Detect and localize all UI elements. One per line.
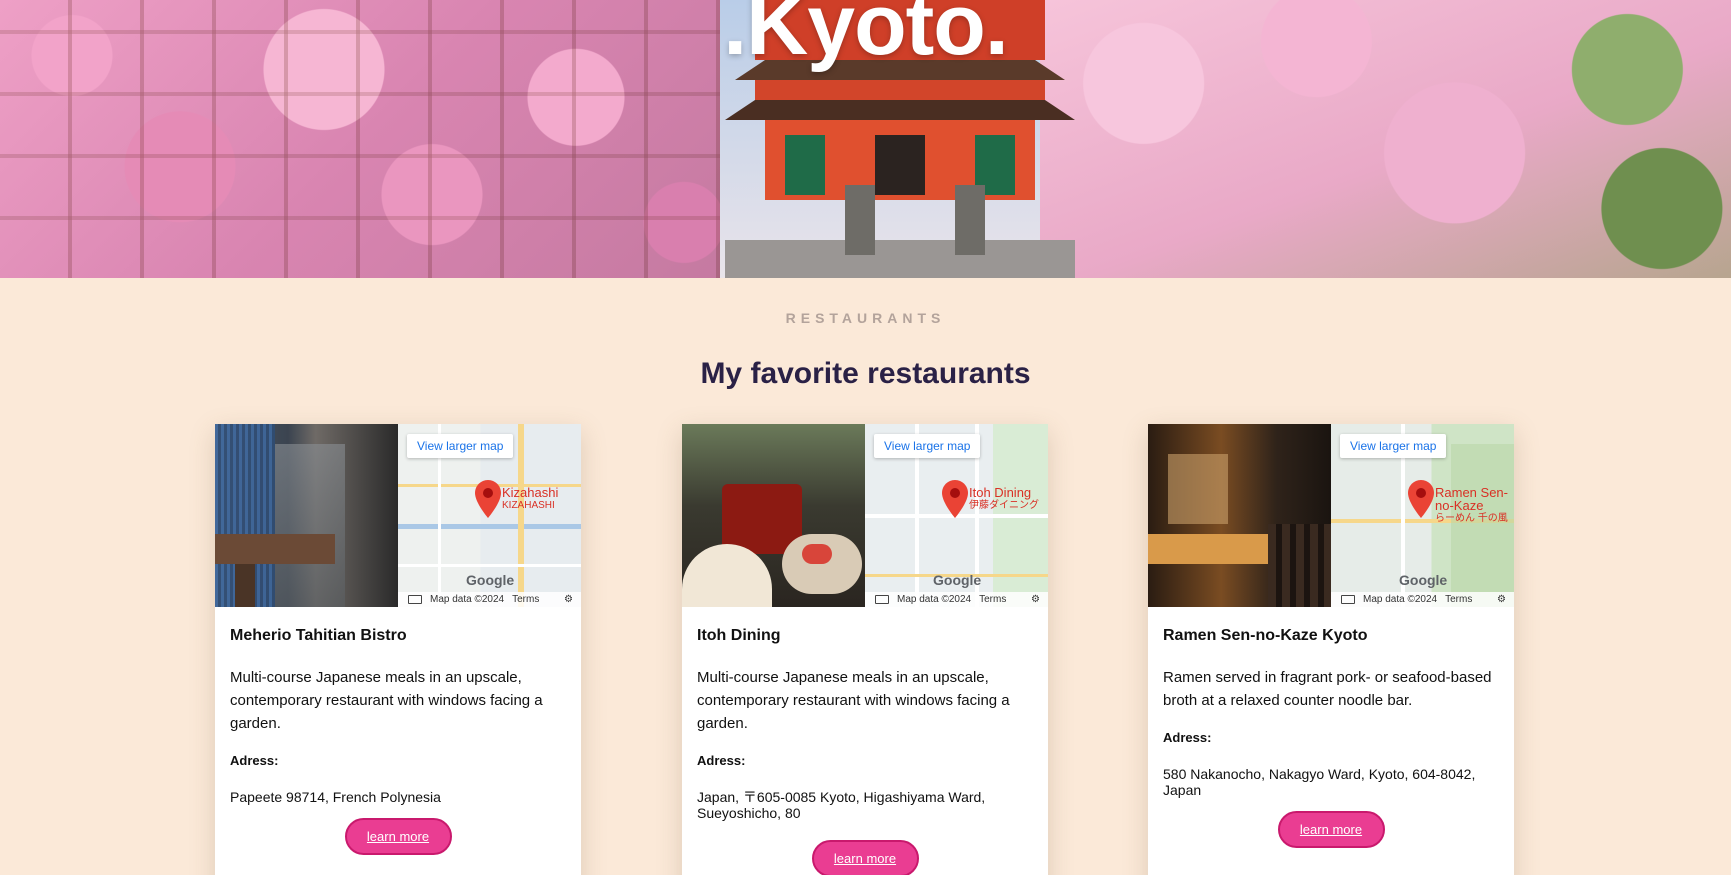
learn-more-button[interactable]: learn more — [811, 840, 919, 875]
card-body: Ramen Sen-no-Kaze Kyoto Ramen served in … — [1148, 627, 1514, 848]
embedded-map[interactable]: View larger map Kizahashi KIZAHASHI Goog… — [398, 424, 581, 607]
address-label: Adress: — [230, 753, 279, 768]
address-label: Adress: — [1163, 730, 1212, 745]
restaurant-photo — [215, 424, 398, 607]
map-pin-name: Itoh Dining — [969, 485, 1032, 500]
gear-icon[interactable]: ⚙ — [564, 594, 573, 605]
google-logo: Google — [933, 572, 982, 588]
restaurant-photo — [1148, 424, 1331, 607]
embedded-map[interactable]: View larger map Ramen Sen-no-Kaze らーめん 千… — [1331, 424, 1514, 607]
map-pin-label: Itoh Dining 伊藤ダイニング — [969, 486, 1039, 512]
map-pin-label: Ramen Sen-no-Kaze らーめん 千の風 — [1435, 486, 1513, 525]
gear-icon[interactable]: ⚙ — [1031, 594, 1040, 605]
map-pin-label: Kizahashi KIZAHASHI — [502, 486, 558, 512]
restaurant-description: Ramen served in fragrant pork- or seafoo… — [1163, 669, 1492, 709]
card-media: View larger map Itoh Dining 伊藤ダイニング Goog… — [682, 424, 1048, 607]
learn-more-button[interactable]: learn more — [1277, 811, 1385, 848]
embedded-map[interactable]: View larger map Itoh Dining 伊藤ダイニング Goog… — [865, 424, 1048, 607]
section-eyebrow: RESTAURANTS — [785, 310, 946, 326]
learn-more-button[interactable]: learn more — [344, 818, 452, 855]
view-larger-map-link[interactable]: View larger map — [1340, 434, 1447, 458]
card-body: Itoh Dining Multi-course Japanese meals … — [682, 627, 1048, 875]
view-larger-map-link[interactable]: View larger map — [407, 434, 514, 458]
map-pin-icon — [475, 480, 501, 518]
gear-icon[interactable]: ⚙ — [1497, 594, 1506, 605]
keyboard-icon[interactable] — [408, 595, 422, 604]
map-pin-subname: らーめん 千の風 — [1435, 513, 1508, 524]
restaurant-card: View larger map Kizahashi KIZAHASHI Goog… — [215, 424, 581, 875]
restaurant-photo — [682, 424, 865, 607]
restaurant-card: View larger map Itoh Dining 伊藤ダイニング Goog… — [682, 424, 1048, 875]
view-larger-map-link[interactable]: View larger map — [874, 434, 981, 458]
map-pin-icon — [942, 480, 968, 518]
map-terms-link[interactable]: Terms — [512, 594, 539, 605]
card-body: Meherio Tahitian Bistro Multi-course Jap… — [215, 627, 581, 855]
card-media: View larger map Ramen Sen-no-Kaze らーめん 千… — [1148, 424, 1514, 607]
map-footer: Map data ©2024 Terms ⚙ — [865, 592, 1048, 607]
google-logo: Google — [466, 572, 515, 588]
restaurant-address: 580 Nakanocho, Nakagyo Ward, Kyoto, 604-… — [1163, 766, 1476, 798]
address-label: Adress: — [697, 753, 746, 768]
map-footer: Map data ©2024 Terms ⚙ — [398, 592, 581, 607]
map-pin-subname: 伊藤ダイニング — [969, 500, 1039, 511]
restaurant-description: Multi-course Japanese meals in an upscal… — [230, 669, 543, 732]
map-terms-link[interactable]: Terms — [979, 594, 1006, 605]
hero-banner: .Kyoto. — [0, 0, 1731, 278]
card-media: View larger map Kizahashi KIZAHASHI Goog… — [215, 424, 581, 607]
map-pin-subname: KIZAHASHI — [502, 500, 555, 511]
restaurant-name: Itoh Dining — [697, 627, 781, 644]
map-data-text: Map data ©2024 — [430, 594, 505, 605]
map-pin-name: Ramen Sen-no-Kaze — [1435, 485, 1508, 513]
map-pin-name: Kizahashi — [502, 485, 559, 500]
restaurant-name: Ramen Sen-no-Kaze Kyoto — [1163, 627, 1368, 644]
google-logo: Google — [1399, 572, 1448, 588]
keyboard-icon[interactable] — [875, 595, 889, 604]
restaurant-address: Japan, 〒605-0085 Kyoto, Higashiyama Ward… — [697, 789, 986, 821]
map-data-text: Map data ©2024 — [897, 594, 972, 605]
map-terms-link[interactable]: Terms — [1445, 594, 1472, 605]
keyboard-icon[interactable] — [1341, 595, 1355, 604]
hero-title: .Kyoto. — [723, 0, 1008, 73]
restaurant-name: Meherio Tahitian Bistro — [230, 627, 407, 644]
map-data-text: Map data ©2024 — [1363, 594, 1438, 605]
restaurant-address: Papeete 98714, French Polynesia — [230, 789, 441, 805]
restaurant-card: View larger map Ramen Sen-no-Kaze らーめん 千… — [1148, 424, 1514, 875]
map-pin-icon — [1408, 480, 1434, 518]
map-footer: Map data ©2024 Terms ⚙ — [1331, 592, 1514, 607]
section-title: My favorite restaurants — [700, 357, 1031, 390]
restaurant-description: Multi-course Japanese meals in an upscal… — [697, 669, 1010, 732]
